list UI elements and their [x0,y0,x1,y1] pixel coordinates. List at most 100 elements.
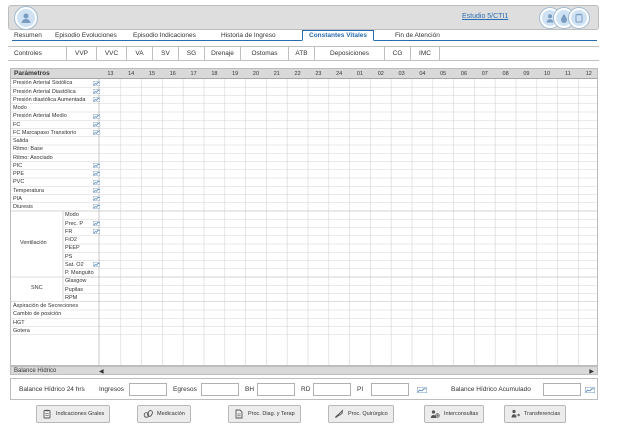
balance-chart-icon[interactable] [417,387,427,393]
hour-label-21: 21 [273,71,280,77]
interconsultas-button[interactable]: Interconsultas [424,405,485,423]
tab-resumen[interactable]: Resumen [14,32,42,39]
param-row-3-label: Modo [13,105,27,112]
ventilacion-row-7-label: P. Manguito [65,270,94,277]
tab-fin-atencion[interactable]: Fin de Atención [395,32,440,39]
hour-label-17: 17 [190,71,197,77]
snc-label: SNC [31,285,43,292]
tail-row-1-label: Cambio de posición [13,311,62,318]
balance-24h-label: Balance Hídrico 24 hrs [19,386,85,393]
ventilacion-row-6-label: Sat. O2 [65,261,84,268]
param-row-12-chart-icon[interactable] [93,179,100,185]
balance-acumulado-input[interactable] [543,383,581,396]
control-cg-button[interactable]: CG [384,47,410,60]
consult-icon [430,409,440,419]
hour-label-09: 09 [523,71,530,77]
interconsultas-label: Interconsultas [444,411,479,417]
transferencias-button[interactable]: Transferencias [504,405,567,423]
hour-label-12: 12 [585,71,592,77]
ventilacion-row-6-chart-icon[interactable] [93,262,100,268]
top-header: Estudio 5/CTI1 [8,5,599,30]
balance-hidrico-panel: Balance Hídrico 24 hrs Ingresos Egresos … [10,378,598,400]
tail-row-2-label: HGT [13,319,25,326]
indicaciones-grales-button[interactable]: Indicaciones Grales [36,405,111,423]
balance-hidrico-bar: Balance Hídrico ◀ ▶ [10,366,598,375]
estudio-link[interactable]: Estudio 5/CTI1 [462,13,508,20]
hour-label-16: 16 [169,71,176,77]
hour-label-18: 18 [211,71,218,77]
ventilacion-row-3-label: FiO2 [65,237,77,244]
control-imc-button[interactable]: IMC [410,47,440,60]
parametros-title: Parámetros [14,70,50,77]
balance-acumulado-label: Balance Hídrico Acumulado [451,386,531,393]
control-va-button[interactable]: VA [126,47,152,60]
hour-label-06: 06 [460,71,468,77]
rd-input[interactable] [313,383,351,396]
ventilacion-row-0-label: Modo [65,212,79,219]
param-row-6-chart-icon[interactable] [93,130,100,136]
medicacion-button[interactable]: Medicación [137,405,191,423]
param-row-15-label: Diuresis [13,204,33,211]
control-deposiciones-button[interactable]: Deposiciones [314,47,384,60]
param-row-15-chart-icon[interactable] [93,204,100,210]
control-atb-button[interactable]: ATB [288,47,314,60]
acumulado-chart-icon[interactable] [585,387,595,393]
pi-input[interactable] [371,383,409,396]
param-row-14-chart-icon[interactable] [93,196,100,202]
param-row-13-chart-icon[interactable] [93,187,100,193]
clipboard-icon[interactable] [569,8,589,28]
egresos-input[interactable] [201,383,239,396]
constantes-vitales-grid: Parámetros 13 14 15 16 17 18 19 20 21 22 23 24 01 02 0… [10,68,598,366]
hour-label-23: 23 [315,71,322,77]
proc-quirurgico-button[interactable]: Proc. Quirúrgico [328,405,394,423]
ventilacion-row-1-label: Prec. P [65,220,84,227]
control-vvp-button[interactable]: VVP [66,47,96,60]
rd-label: RD [301,386,311,393]
control-drenaje-button[interactable]: Drenaje [204,47,240,60]
ventilacion-row-1-chart-icon[interactable] [93,220,100,226]
hour-label-20: 20 [252,71,260,77]
tab-episodio-indicaciones[interactable]: Episodio Indicaciones [133,32,196,39]
param-row-13-label: Temperatura [13,187,44,194]
hour-label-10: 10 [544,71,551,77]
hour-label-04: 04 [419,71,426,77]
param-row-4-chart-icon[interactable] [93,113,100,119]
bh-input[interactable] [257,383,295,396]
tab-historia-ingreso[interactable]: Historia de Ingreso [221,32,276,39]
user-avatar-icon [15,7,37,29]
param-row-2-label: Presión diastólica Aumentada [13,96,86,103]
ventilacion-row-2-label: FR [65,228,73,235]
control-vvc-button[interactable]: VVC [96,47,126,60]
param-row-10-chart-icon[interactable] [93,163,100,169]
hour-label-14: 14 [128,71,135,77]
transferencias-label: Transferencias [524,411,561,417]
ventilacion-row-5-label: PS [65,253,73,260]
param-row-9-label: Ritmo: Asociado [13,154,53,161]
bh-label: BH [245,386,255,393]
param-row-5-chart-icon[interactable] [93,121,100,127]
param-row-7-label: Salida [13,138,29,145]
param-row-2-chart-icon[interactable] [93,97,100,103]
scroll-right-icon[interactable]: ▶ [589,368,594,375]
tab-constantes-vitales[interactable]: Constantes Vitales [302,30,375,41]
tab-episodio-evoluciones[interactable]: Episodio Evoluciones [55,32,117,39]
ventilacion-label: Ventilación [20,240,47,246]
balance-hidrico-title: Balance Hídrico [14,368,57,374]
pills-icon [143,409,153,419]
hour-label-03: 03 [398,71,405,77]
param-row-1-chart-icon[interactable] [93,88,100,94]
control-sg-button[interactable]: SG [178,47,204,60]
param-row-11-chart-icon[interactable] [93,171,100,177]
param-row-12-label: PVC [13,179,25,186]
tail-row-0-label: Aspiración de Secreciones [13,303,79,310]
param-row-0-chart-icon[interactable] [93,80,100,86]
proc-diag-terap-button[interactable]: Proc. Diag. y Terap [228,405,301,423]
ventilacion-row-2-chart-icon[interactable] [93,229,100,235]
pi-label: PI [357,386,364,393]
scroll-left-icon[interactable]: ◀ [99,368,104,375]
param-row-6-label: FC Marcapaso Transitorio [13,129,77,136]
ingresos-input[interactable] [129,383,167,396]
document-icon [234,409,244,419]
control-sv-button[interactable]: SV [152,47,178,60]
control-ostomas-button[interactable]: Ostomas [240,47,288,60]
